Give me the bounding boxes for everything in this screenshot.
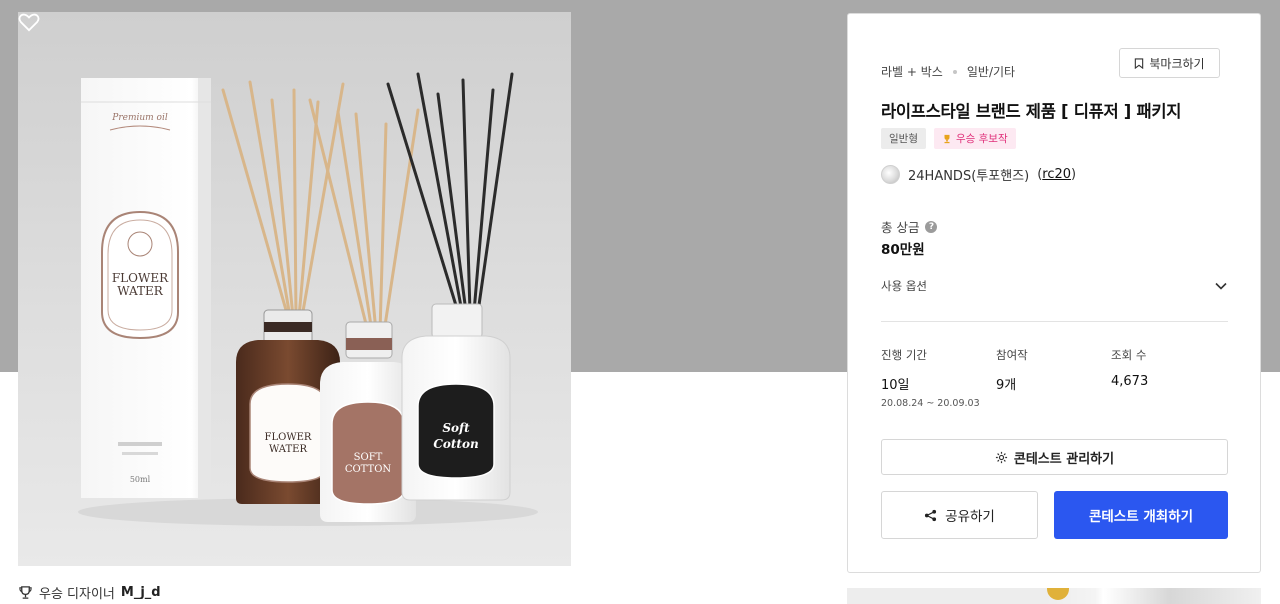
- amber-water-text: WATER: [269, 444, 307, 455]
- winner-designer-line: 우승 디자이너 M_j_d: [18, 583, 161, 602]
- diffuser-illustration: Premium oil FLOWER WATER 50ml FLOWER WAT…: [78, 72, 538, 526]
- bookmark-icon: [1135, 57, 1144, 69]
- box-volume-text: 50ml: [130, 475, 151, 484]
- help-icon[interactable]: ?: [925, 220, 938, 233]
- next-thumbnail-strip[interactable]: [847, 588, 1261, 604]
- contest-title: 라이프스타일 브랜드 제품 [ 디퓨저 ] 패키지: [881, 102, 1182, 121]
- avatar: [881, 165, 900, 184]
- trophy-icon: [944, 134, 950, 143]
- category-label[interactable]: 라벨 + 박스: [881, 63, 943, 80]
- author-handle-wrap: (rc20): [1037, 167, 1077, 182]
- heart-icon[interactable]: [18, 12, 40, 32]
- category-breadcrumb: 라벨 + 박스 일반/기타: [881, 63, 1015, 80]
- thumbnail-decoration: [1047, 588, 1069, 600]
- stat-value: 10일: [881, 378, 910, 393]
- amber-flower-text: FLOWER: [265, 432, 312, 443]
- stat-views: 조회 수 4,673: [1111, 347, 1226, 409]
- winner-prefix: 우승 디자이너: [39, 586, 115, 602]
- gear-icon: [995, 451, 1007, 463]
- manage-contest-label: 콘테스트 관리하기: [1013, 451, 1115, 467]
- stats-row: 진행 기간 10일 20.08.24 ~ 20.09.03 참여작 9개 조회 …: [881, 347, 1228, 409]
- stat-value: 9개: [996, 378, 1017, 393]
- host-contest-button[interactable]: 콘테스트 개최하기: [1054, 491, 1228, 539]
- cotton-soft-text: SOFT: [354, 452, 383, 463]
- separator-dot: [952, 69, 957, 74]
- contest-info-card: 라벨 + 박스 일반/기타 북마크하기 라이프스타일 브랜드 제품 [ 디퓨저 …: [847, 13, 1261, 573]
- bookmark-button[interactable]: 북마크하기: [1119, 48, 1220, 78]
- share-icon: [925, 509, 937, 521]
- winner-candidate-badge: 우승 후보작: [933, 128, 1016, 149]
- stat-duration: 진행 기간 10일 20.08.24 ~ 20.09.03: [881, 347, 996, 409]
- black-cotton-text: Cotton: [433, 437, 478, 451]
- prize-label-row: 총 상금 ?: [881, 217, 938, 236]
- stat-label: 조회 수: [1111, 348, 1147, 362]
- box-top-text: Premium oil: [111, 113, 168, 123]
- options-label: 사용 옵션: [881, 279, 927, 293]
- product-image[interactable]: Premium oil FLOWER WATER 50ml FLOWER WAT…: [18, 12, 571, 566]
- stat-label: 진행 기간: [881, 348, 927, 362]
- subcategory-label[interactable]: 일반/기타: [967, 63, 1015, 80]
- winner-name[interactable]: M_j_d: [121, 585, 161, 600]
- stat-entries: 참여작 9개: [996, 347, 1111, 409]
- bookmark-label: 북마크하기: [1149, 56, 1205, 71]
- host-author[interactable]: 24HANDS(투포핸즈) (rc20): [881, 165, 1076, 184]
- winner-candidate-label: 우승 후보작: [955, 133, 1008, 145]
- stat-label: 참여작: [996, 348, 1028, 362]
- share-button[interactable]: 공유하기: [881, 491, 1038, 539]
- badge-row: 일반형 우승 후보작: [881, 128, 1016, 149]
- divider: [881, 321, 1228, 322]
- stat-date-range: 20.08.24 ~ 20.09.03: [881, 398, 980, 409]
- chevron-down-icon: [1215, 282, 1227, 290]
- box-water-text: WATER: [117, 284, 164, 298]
- options-toggle[interactable]: 사용 옵션: [881, 276, 1227, 296]
- cotton-cotton-text: COTTON: [345, 464, 392, 475]
- trophy-icon: [19, 585, 32, 599]
- author-name: 24HANDS(투포핸즈): [908, 169, 1030, 184]
- black-soft-text: Soft: [442, 421, 470, 435]
- share-label: 공유하기: [945, 509, 995, 525]
- prize-value: 80만원: [881, 242, 925, 258]
- author-handle[interactable]: rc20: [1042, 167, 1071, 182]
- contest-type-badge: 일반형: [881, 128, 926, 149]
- prize-label: 총 상금: [881, 220, 920, 235]
- box-flower-text: FLOWER: [112, 271, 169, 285]
- manage-contest-button[interactable]: 콘테스트 관리하기: [881, 439, 1228, 475]
- stat-value: 4,673: [1111, 374, 1149, 389]
